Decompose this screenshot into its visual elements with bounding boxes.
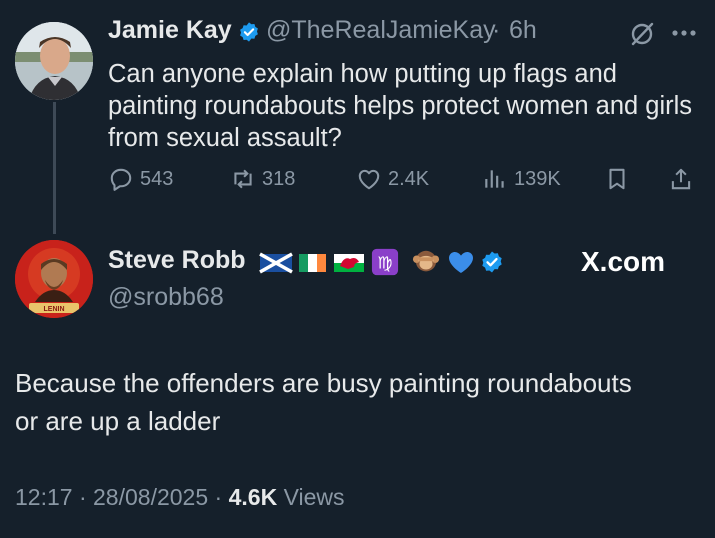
- grok-icon[interactable]: [628, 20, 656, 48]
- bookmark-button[interactable]: [604, 166, 636, 192]
- reply-meta: 12:17 · 28/08/2025 · 4.6K Views: [15, 484, 345, 511]
- reply-avatar-image: LENIN: [15, 240, 93, 318]
- bookmark-icon: [609, 168, 625, 190]
- avatar-lenin-text: LENIN: [44, 306, 65, 313]
- reply-count: 543: [140, 167, 174, 190]
- tweet-time[interactable]: 6h: [509, 16, 537, 45]
- reply-avatar[interactable]: LENIN: [15, 240, 93, 318]
- ireland-flag-icon: [299, 254, 326, 272]
- virgo-icon: ♍: [371, 248, 399, 276]
- reply-author-name[interactable]: Steve Robb: [108, 246, 246, 275]
- wales-flag-icon: [334, 254, 364, 272]
- thread-connector-line: [53, 102, 56, 234]
- repost-icon: [234, 169, 252, 189]
- share-button[interactable]: [668, 166, 700, 192]
- reply-button[interactable]: 543: [108, 166, 173, 192]
- reply-views-count: 4.6K: [228, 484, 278, 510]
- views-button[interactable]: 139K: [482, 166, 561, 192]
- more-icon[interactable]: [670, 28, 698, 38]
- share-icon: [671, 168, 691, 190]
- verified-icon: [240, 22, 258, 42]
- separator-dot: ·: [492, 16, 501, 44]
- tweet-actions: 543 318 2.4K 139K: [108, 166, 698, 196]
- monkey-icon: [412, 250, 440, 272]
- reply-time[interactable]: 12:17: [15, 484, 73, 510]
- reply-views-label: Views: [283, 484, 345, 510]
- meta-separator: ·: [214, 484, 229, 510]
- svg-text:♍: ♍: [377, 253, 392, 273]
- scotland-flag-icon: [259, 252, 293, 274]
- like-button[interactable]: 2.4K: [356, 166, 429, 192]
- like-icon: [358, 169, 380, 190]
- author-name[interactable]: Jamie Kay: [108, 16, 232, 45]
- repost-count: 318: [262, 167, 296, 190]
- views-icon: [485, 170, 504, 188]
- repost-button[interactable]: 318: [230, 166, 295, 192]
- like-count: 2.4K: [388, 167, 430, 190]
- reply-text: Because the offenders are busy painting …: [15, 368, 632, 436]
- views-count: 139K: [514, 167, 561, 190]
- reply-date[interactable]: 28/08/2025: [93, 484, 208, 510]
- meta-separator: ·: [78, 484, 94, 510]
- tweet-text: Can anyone explain how putting up flags …: [108, 60, 693, 152]
- avatar-image: [15, 22, 93, 100]
- xcom-watermark: X.com: [581, 246, 666, 277]
- avatar[interactable]: [15, 22, 93, 100]
- author-handle[interactable]: @TheRealJamieKay: [266, 16, 496, 45]
- blue-heart-icon: [449, 252, 473, 273]
- reply-author-handle[interactable]: @srobb68: [108, 283, 224, 312]
- reply-icon: [110, 168, 132, 191]
- reply-verified-icon: [482, 251, 502, 273]
